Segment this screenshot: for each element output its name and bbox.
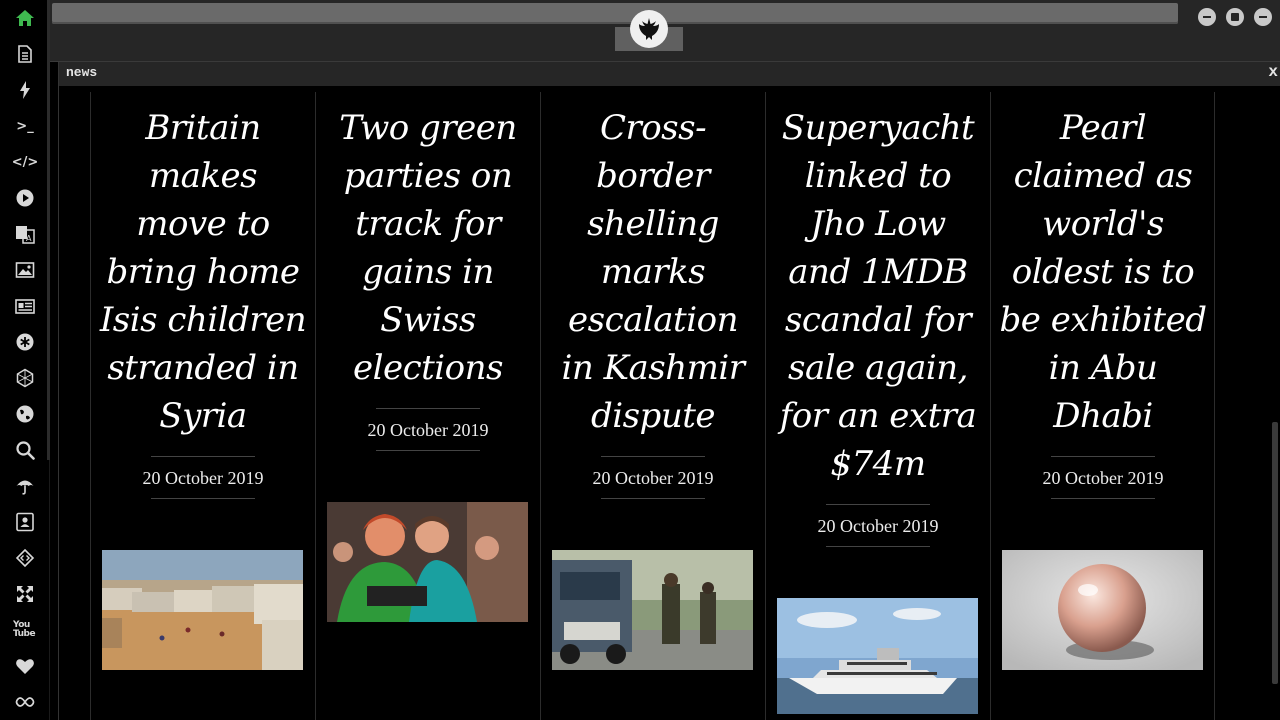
refugee-camp-photo[interactable] <box>102 550 303 670</box>
date-rule-bottom <box>376 450 480 451</box>
minimize-icon <box>1203 16 1211 18</box>
translate-icon[interactable]: A <box>13 222 37 246</box>
asterisk-icon[interactable] <box>13 330 37 354</box>
bolt-icon[interactable] <box>13 78 37 102</box>
date-rule-bottom <box>151 498 255 499</box>
expand-icon[interactable] <box>13 582 37 606</box>
image-icon[interactable] <box>13 258 37 282</box>
article-date: 20 October 2019 <box>1042 468 1164 488</box>
sidebar-scrollbar[interactable] <box>47 0 50 460</box>
hexagon-icon[interactable] <box>13 366 37 390</box>
panel-title: news <box>66 65 98 80</box>
article-card[interactable]: Superyacht linked to Jho Low and 1MDB sc… <box>765 92 990 720</box>
article-title[interactable]: Superyacht linked to Jho Low and 1MDB sc… <box>774 104 982 488</box>
rebel-alliance-logo-icon[interactable] <box>630 10 668 48</box>
article-date: 20 October 2019 <box>367 420 489 440</box>
date-rule-top <box>376 408 480 409</box>
close-window-button[interactable] <box>1254 8 1272 26</box>
diamond-code-icon[interactable] <box>13 546 37 570</box>
globe-icon[interactable] <box>13 402 37 426</box>
article-title[interactable]: Cross-border shelling marks escalation i… <box>549 104 757 440</box>
umbrella-icon[interactable] <box>13 474 37 498</box>
window-titlebar <box>50 0 1280 62</box>
document-icon[interactable] <box>13 42 37 66</box>
article-card[interactable]: Two green parties on track for gains in … <box>315 92 540 720</box>
date-rule-top <box>151 456 255 457</box>
contact-card-icon[interactable] <box>13 510 37 534</box>
date-rule-bottom <box>826 546 930 547</box>
panel-close-button[interactable]: x <box>1268 63 1278 81</box>
article-card[interactable]: Pearl claimed as world's oldest is to be… <box>990 92 1215 720</box>
panel-scrollbar-thumb[interactable] <box>1272 422 1278 684</box>
date-rule-bottom <box>601 498 705 499</box>
article-date: 20 October 2019 <box>142 468 264 488</box>
app-sidebar: >_ </> A You Tube <box>0 0 50 720</box>
play-icon[interactable] <box>13 186 37 210</box>
article-title[interactable]: Britain makes move to bring home Isis ch… <box>99 104 307 440</box>
article-title[interactable]: Pearl claimed as world's oldest is to be… <box>999 104 1207 440</box>
heart-icon[interactable] <box>13 654 37 678</box>
article-card[interactable]: Britain makes move to bring home Isis ch… <box>90 92 315 720</box>
pearl-photo[interactable] <box>1002 550 1203 670</box>
article-date: 20 October 2019 <box>817 516 939 536</box>
panel-header: news x <box>59 62 1280 86</box>
superyacht-photo[interactable] <box>777 598 978 714</box>
date-rule-top <box>826 504 930 505</box>
maximize-button[interactable] <box>1226 8 1244 26</box>
youtube-icon[interactable]: You Tube <box>13 618 37 642</box>
green-party-supporters-photo[interactable] <box>327 502 528 622</box>
infinity-icon[interactable] <box>13 690 37 714</box>
svg-text:A: A <box>26 234 32 243</box>
search-icon[interactable] <box>13 438 37 462</box>
maximize-icon <box>1231 13 1239 21</box>
article-list: Britain makes move to bring home Isis ch… <box>90 92 1215 720</box>
code-icon[interactable]: </> <box>12 150 39 174</box>
article-card[interactable]: Cross-border shelling marks escalation i… <box>540 92 765 720</box>
close-icon <box>1259 16 1267 18</box>
date-rule-top <box>1051 456 1155 457</box>
terminal-icon[interactable]: >_ <box>13 114 37 138</box>
newspaper-icon[interactable] <box>13 294 37 318</box>
home-icon[interactable] <box>13 6 37 30</box>
date-rule-bottom <box>1051 498 1155 499</box>
kashmir-soldiers-photo[interactable] <box>552 550 753 670</box>
minimize-button[interactable] <box>1198 8 1216 26</box>
date-rule-top <box>601 456 705 457</box>
article-date: 20 October 2019 <box>592 468 714 488</box>
article-title[interactable]: Two green parties on track for gains in … <box>324 104 532 392</box>
address-bar[interactable] <box>52 3 1178 24</box>
